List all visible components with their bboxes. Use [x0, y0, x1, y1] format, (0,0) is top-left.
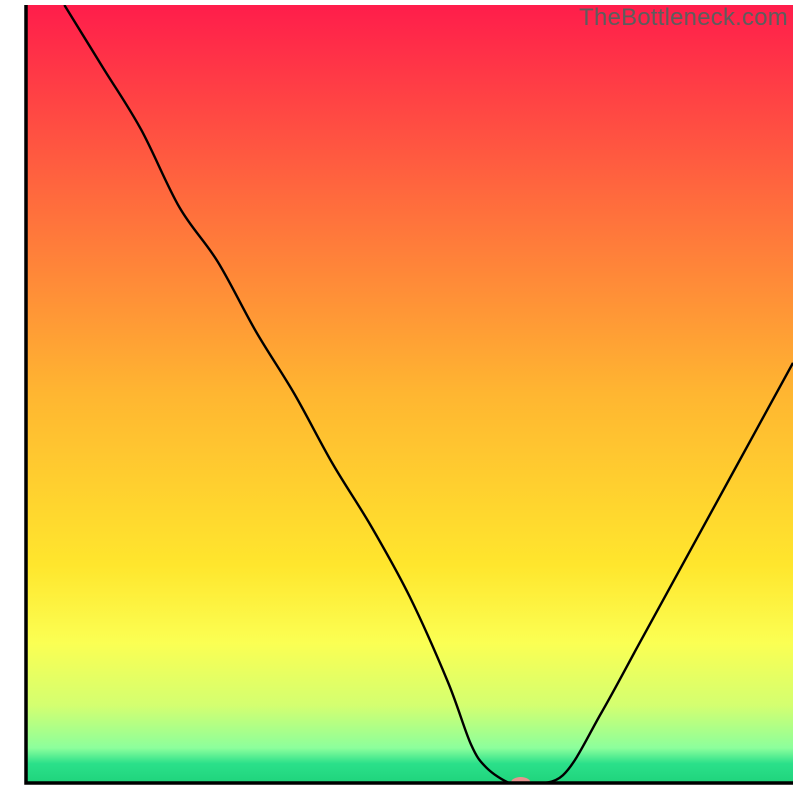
watermark-text: TheBottleneck.com [579, 4, 788, 32]
chart-container: TheBottleneck.com [0, 0, 800, 800]
gradient-background [26, 5, 793, 783]
bottleneck-chart [0, 0, 800, 800]
